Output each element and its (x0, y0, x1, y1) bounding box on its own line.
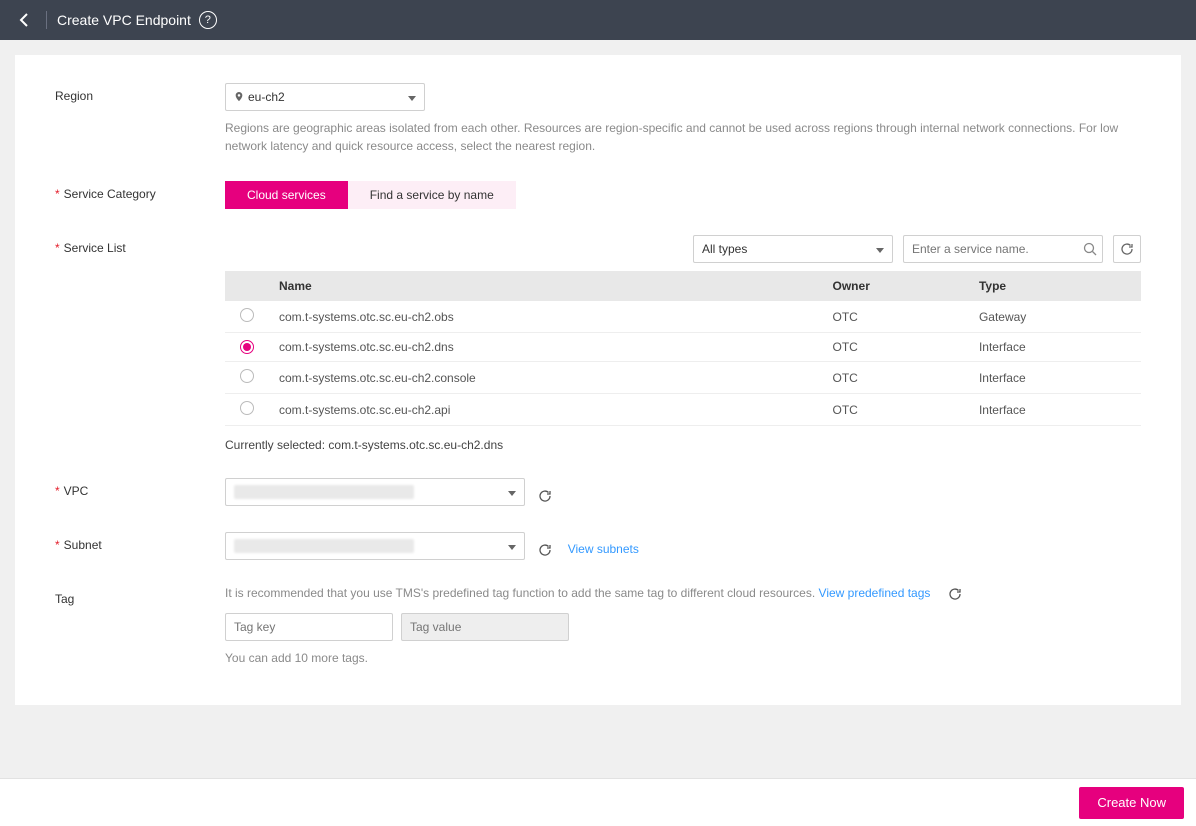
service-type: Gateway (969, 301, 1141, 333)
service-category-segment: Cloud services Find a service by name (225, 181, 1141, 209)
col-owner: Owner (823, 271, 969, 301)
subnet-refresh-button[interactable] (538, 543, 552, 557)
tag-key-input[interactable] (225, 613, 393, 641)
service-table: Name Owner Type com.t-systems.otc.sc.eu-… (225, 271, 1141, 426)
col-type: Type (969, 271, 1141, 301)
divider (46, 11, 47, 29)
create-now-button[interactable]: Create Now (1079, 787, 1184, 819)
page-title: Create VPC Endpoint (57, 12, 191, 28)
vpc-label: VPC (55, 478, 225, 506)
footer-bar: Create Now (0, 778, 1196, 826)
service-type: Interface (969, 333, 1141, 362)
service-owner: OTC (823, 301, 969, 333)
service-radio[interactable] (240, 340, 254, 354)
tag-value-input[interactable] (401, 613, 569, 641)
top-bar: Create VPC Endpoint ? (0, 0, 1196, 40)
subnet-label: Subnet (55, 532, 225, 560)
service-name: com.t-systems.otc.sc.eu-ch2.console (269, 362, 823, 394)
region-select[interactable]: eu-ch2 (225, 83, 425, 111)
service-name: com.t-systems.otc.sc.eu-ch2.dns (269, 333, 823, 362)
subnet-select[interactable] (225, 532, 525, 560)
table-row[interactable]: com.t-systems.otc.sc.eu-ch2.consoleOTCIn… (225, 362, 1141, 394)
refresh-button[interactable] (1113, 235, 1141, 263)
service-type: Interface (969, 394, 1141, 426)
chevron-down-icon (876, 248, 884, 253)
table-row[interactable]: com.t-systems.otc.sc.eu-ch2.apiOTCInterf… (225, 394, 1141, 426)
segment-find-by-name[interactable]: Find a service by name (348, 181, 516, 209)
service-radio[interactable] (240, 369, 254, 383)
refresh-icon (948, 587, 962, 601)
chevron-down-icon (408, 96, 416, 101)
table-row[interactable]: com.t-systems.otc.sc.eu-ch2.obsOTCGatewa… (225, 301, 1141, 333)
help-icon[interactable]: ? (199, 11, 217, 29)
region-helper: Regions are geographic areas isolated fr… (225, 119, 1141, 155)
tag-remaining: You can add 10 more tags. (225, 651, 1141, 665)
form-card: Region eu-ch2 Regions are geographic are… (15, 55, 1181, 705)
refresh-icon (1120, 242, 1134, 256)
tags-refresh-button[interactable] (948, 587, 962, 601)
segment-cloud-services[interactable]: Cloud services (225, 181, 348, 209)
refresh-icon (538, 543, 552, 557)
type-filter-value: All types (702, 242, 747, 256)
search-icon[interactable] (1083, 242, 1097, 256)
service-owner: OTC (823, 333, 969, 362)
chevron-down-icon (508, 545, 516, 550)
type-filter-select[interactable]: All types (693, 235, 893, 263)
chevron-left-icon (19, 13, 29, 27)
service-radio[interactable] (240, 308, 254, 322)
subnet-value-redacted (234, 539, 414, 553)
region-value: eu-ch2 (248, 90, 285, 104)
back-button[interactable] (12, 8, 36, 32)
tag-helper: It is recommended that you use TMS's pre… (225, 586, 1141, 601)
pin-icon (234, 92, 244, 102)
service-name: com.t-systems.otc.sc.eu-ch2.api (269, 394, 823, 426)
vpc-refresh-button[interactable] (538, 489, 552, 503)
vpc-select[interactable] (225, 478, 525, 506)
service-owner: OTC (823, 394, 969, 426)
service-list-label: Service List (55, 235, 225, 452)
service-radio[interactable] (240, 401, 254, 415)
region-label: Region (55, 83, 225, 155)
view-subnets-link[interactable]: View subnets (568, 542, 639, 556)
col-name: Name (269, 271, 823, 301)
service-category-label: Service Category (55, 181, 225, 209)
table-row[interactable]: com.t-systems.otc.sc.eu-ch2.dnsOTCInterf… (225, 333, 1141, 362)
currently-selected: Currently selected: com.t-systems.otc.sc… (225, 438, 1141, 452)
vpc-value-redacted (234, 485, 414, 499)
tag-label: Tag (55, 586, 225, 665)
service-type: Interface (969, 362, 1141, 394)
view-predefined-tags-link[interactable]: View predefined tags (819, 586, 931, 600)
service-owner: OTC (823, 362, 969, 394)
refresh-icon (538, 489, 552, 503)
chevron-down-icon (508, 491, 516, 496)
service-search-input[interactable] (903, 235, 1103, 263)
service-name: com.t-systems.otc.sc.eu-ch2.obs (269, 301, 823, 333)
